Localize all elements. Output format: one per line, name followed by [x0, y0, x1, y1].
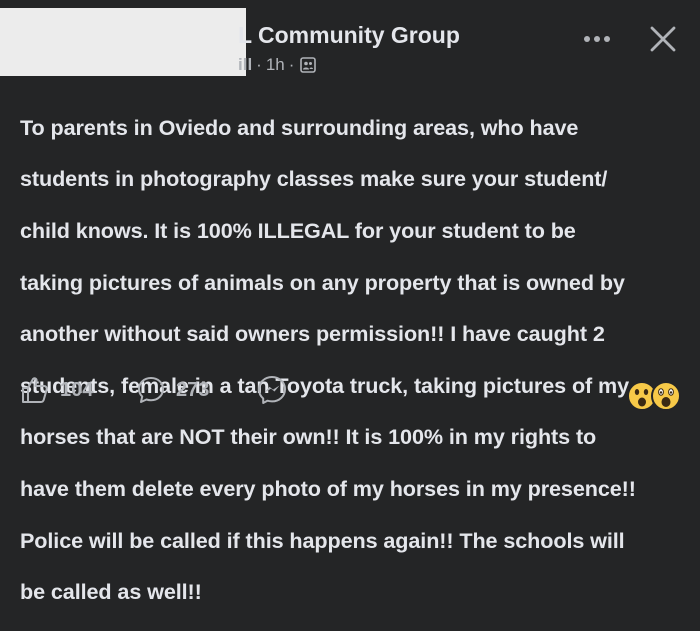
post-card: L Community Group ill · 1h · To parents …	[0, 0, 700, 604]
comment-count: 273	[176, 378, 210, 401]
like-count: 104	[60, 378, 94, 401]
post-line: another without said owners permission!!…	[20, 321, 605, 347]
close-button[interactable]	[646, 22, 680, 56]
comment-bubble-icon	[138, 377, 164, 403]
meta-separator: ·	[256, 55, 262, 74]
like-button[interactable]: 104	[20, 372, 93, 408]
post-text: To parents in Oviedo and surrounding are…	[20, 89, 690, 631]
surprised-emoji-icon	[627, 381, 681, 411]
group-name[interactable]: L Community Group	[238, 22, 460, 49]
post-line: be called as well!!	[20, 579, 202, 605]
post-meta: ill · 1h ·	[238, 55, 317, 75]
more-dots-icon	[584, 36, 610, 42]
post-line: Police will be called if this happens ag…	[20, 527, 625, 553]
thumbs-up-icon	[22, 377, 48, 403]
author-name[interactable]: ill	[238, 55, 252, 75]
reactions-summary[interactable]	[626, 380, 682, 412]
group-members-icon	[300, 57, 317, 73]
messenger-icon	[258, 376, 286, 404]
post-line: have them delete every photo of my horse…	[20, 475, 636, 501]
redacted-area	[0, 8, 246, 76]
send-button[interactable]	[256, 372, 288, 408]
post-actions: 104 273	[0, 372, 700, 412]
close-icon	[650, 26, 676, 52]
post-line: students in photography classes make sur…	[20, 166, 608, 192]
comment-button[interactable]: 273	[136, 372, 209, 408]
post-line: taking pictures of animals on any proper…	[20, 269, 625, 295]
post-line: horses that are NOT their own!! It is 10…	[20, 424, 597, 450]
post-line: child knows. It is 100% ILLEGAL for your…	[20, 217, 576, 243]
post-line: To parents in Oviedo and surrounding are…	[20, 114, 579, 140]
meta-separator: ·	[288, 55, 295, 74]
post-time[interactable]: 1h	[266, 55, 285, 75]
more-options-button[interactable]	[580, 28, 614, 50]
